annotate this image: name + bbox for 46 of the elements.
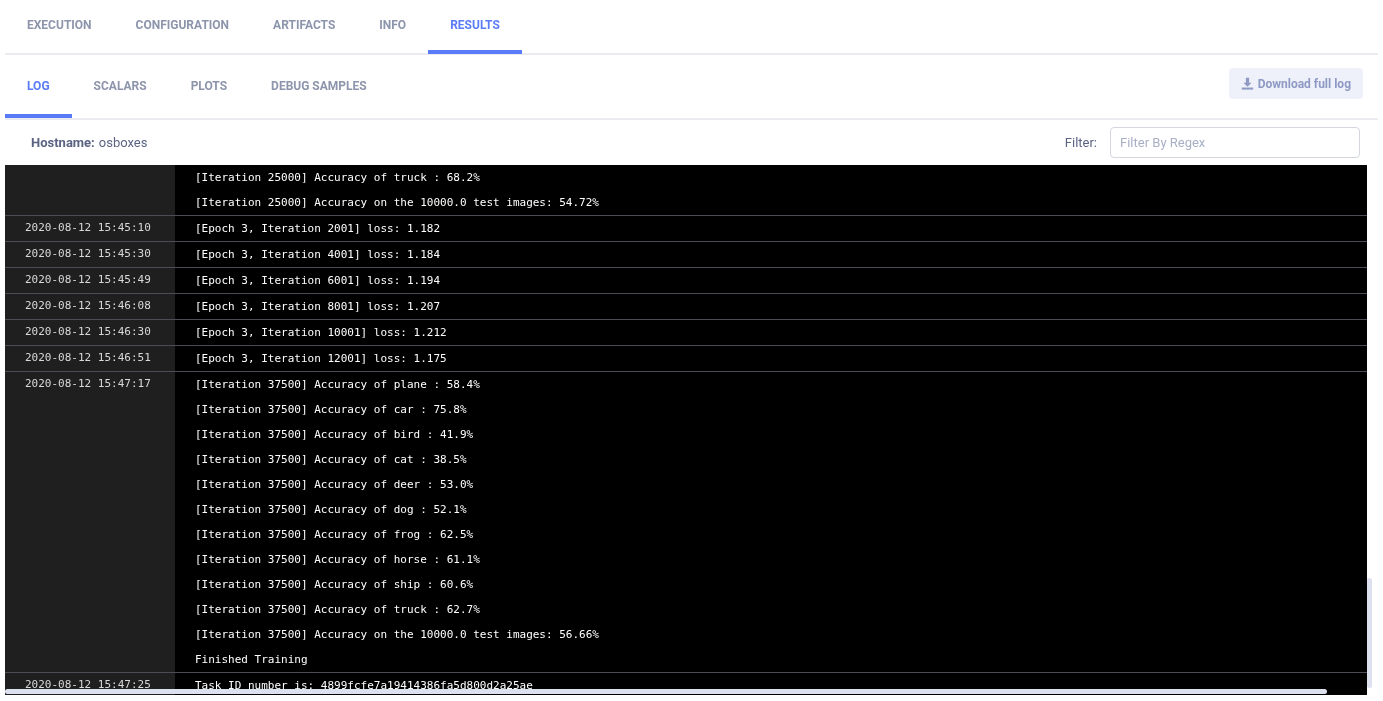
log-timestamp: 2020-08-12 15:46:08 xyxy=(25,298,152,314)
log-timestamp: 2020-08-12 15:45:10 xyxy=(25,220,152,236)
log-line: [Epoch 3, Iteration 6001] loss: 1.194 xyxy=(195,273,441,289)
log-line: [Iteration 25000] Accuracy of truck : 68.2% xyxy=(195,170,480,186)
log-timestamp: 2020-08-12 15:46:30 xyxy=(25,324,152,340)
log-line: [Iteration 37500] Accuracy of car : 75.8% xyxy=(195,402,467,418)
tab[interactable]: INFO xyxy=(357,0,429,54)
tab[interactable]: CONFIGURATION xyxy=(113,0,252,54)
log-line: [Iteration 37500] Accuracy of dog : 52.1% xyxy=(195,502,467,518)
log-timestamp: 2020-08-12 15:47:17 xyxy=(25,376,152,392)
log-line: [Iteration 37500] Accuracy of horse : 61.1% xyxy=(195,552,480,568)
log-line: [Iteration 37500] Accuracy of plane : 58.4% xyxy=(195,377,480,393)
tab[interactable]: PLOTS xyxy=(168,55,250,118)
tab[interactable]: EXECUTION xyxy=(5,0,114,54)
log-line: [Iteration 25000] Accuracy on the 10000.0 test images: 54.72% xyxy=(195,195,599,211)
log-line: [Iteration 37500] Accuracy of deer : 53.0% xyxy=(195,477,474,493)
log-line: Task ID number is: 4899fcfe7a19414386fa5d800d2a25ae xyxy=(195,678,533,694)
log-line: [Iteration 37500] Accuracy on the 10000.0 test images: 56.66% xyxy=(195,627,599,643)
log-line: [Iteration 37500] Accuracy of truck : 62.7% xyxy=(195,602,480,618)
log-line: [Iteration 37500] Accuracy of bird : 41.9% xyxy=(195,427,474,443)
log-line: [Epoch 3, Iteration 12001] loss: 1.175 xyxy=(195,351,447,367)
tab[interactable]: DEBUG SAMPLES xyxy=(249,55,389,118)
filter-label: Filter: xyxy=(1064,133,1097,152)
tab[interactable]: ARTIFACTS xyxy=(251,0,358,54)
scrollbar-thumb[interactable] xyxy=(1367,578,1372,688)
log-line: [Epoch 3, Iteration 4001] loss: 1.184 xyxy=(195,247,441,263)
tab[interactable]: RESULTS xyxy=(428,0,522,54)
log-timestamp: 2020-08-12 15:46:51 xyxy=(25,350,152,366)
tab[interactable]: SCALARS xyxy=(71,55,169,118)
log-line: [Iteration 37500] Accuracy of ship : 60.6% xyxy=(195,577,474,593)
hostname-value: osboxes xyxy=(98,133,148,152)
log-line: [Iteration 37500] Accuracy of cat : 38.5% xyxy=(195,452,467,468)
filter-input[interactable]: Filter By Regex xyxy=(1110,127,1360,158)
log-timestamp: 2020-08-12 15:47:25 xyxy=(25,677,152,693)
hostname-label: Hostname: xyxy=(31,133,95,152)
log-line: Finished Training xyxy=(195,652,308,668)
download-icon xyxy=(1240,77,1254,90)
log-line: [Epoch 3, Iteration 10001] loss: 1.212 xyxy=(195,325,447,341)
log-timestamp: 2020-08-12 15:45:49 xyxy=(25,272,152,288)
log-line: [Epoch 3, Iteration 8001] loss: 1.207 xyxy=(195,299,441,315)
log-line: [Iteration 37500] Accuracy of frog : 62.5% xyxy=(195,527,474,543)
download-button[interactable]: Download full log xyxy=(1228,68,1363,99)
scrollbar-thumb[interactable] xyxy=(5,689,1327,694)
log-line: [Epoch 3, Iteration 2001] loss: 1.182 xyxy=(195,221,441,237)
log-timestamp: 2020-08-12 15:45:30 xyxy=(25,246,152,262)
tab[interactable]: LOG xyxy=(5,55,72,118)
